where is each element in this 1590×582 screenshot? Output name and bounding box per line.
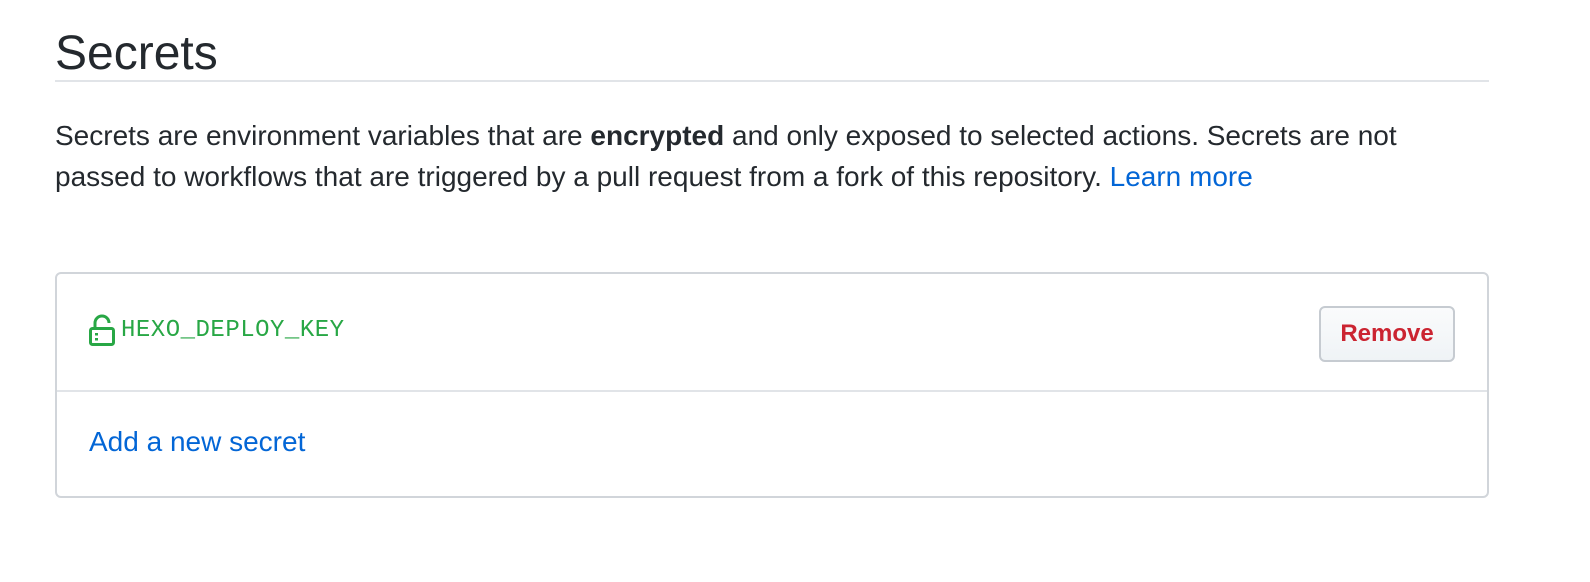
secret-name-wrap: HEXO_DEPLOY_KEY xyxy=(89,314,345,346)
remove-secret-button[interactable]: Remove xyxy=(1319,306,1455,362)
learn-more-link[interactable]: Learn more xyxy=(1110,161,1253,192)
secret-row: HEXO_DEPLOY_KEY Remove xyxy=(57,274,1487,392)
description-emphasis: encrypted xyxy=(590,120,725,151)
secrets-list: HEXO_DEPLOY_KEY Remove Add a new secret xyxy=(55,272,1489,498)
secrets-settings-section: Secrets Secrets are environment variable… xyxy=(55,0,1489,498)
lock-icon xyxy=(89,314,115,346)
add-secret-row: Add a new secret xyxy=(57,392,1487,496)
secret-name: HEXO_DEPLOY_KEY xyxy=(121,316,345,344)
description-text-before: Secrets are environment variables that a… xyxy=(55,120,591,151)
page-title: Secrets xyxy=(55,0,1489,82)
add-new-secret-link[interactable]: Add a new secret xyxy=(89,426,305,458)
secrets-description: Secrets are environment variables that a… xyxy=(55,115,1489,197)
